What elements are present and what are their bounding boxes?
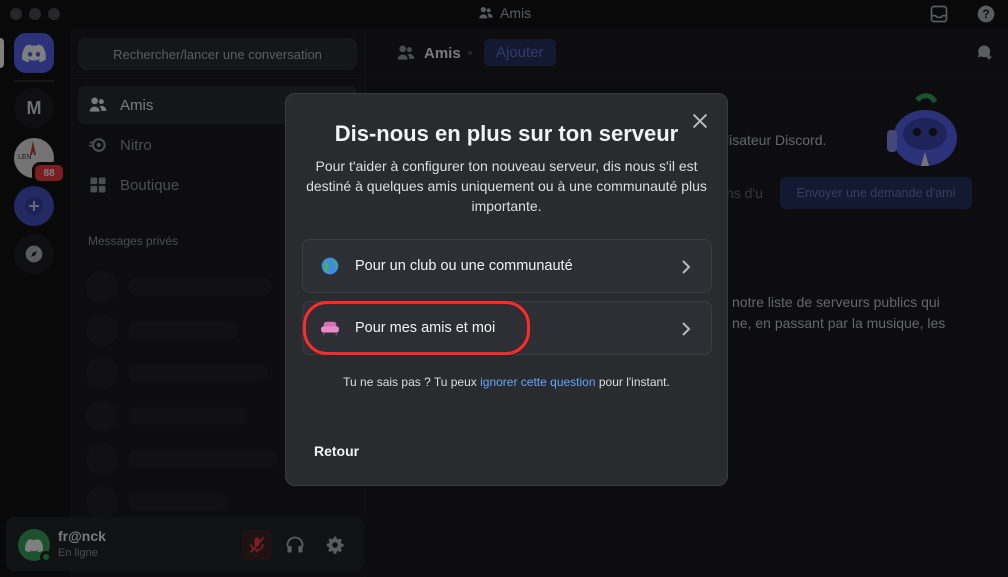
modal-title: Dis-nous en plus sur ton serveur <box>334 121 679 146</box>
globe-icon <box>319 255 341 277</box>
create-server-modal: Dis-nous en plus sur ton serveur Pour t'… <box>285 93 728 486</box>
footer-text-after: pour l'instant. <box>595 375 670 389</box>
red-highlight-annotation <box>303 301 530 355</box>
chevron-right-icon <box>682 322 691 336</box>
option-club-community[interactable]: Pour un club ou une communauté <box>302 239 712 293</box>
back-button[interactable]: Retour <box>314 443 359 459</box>
modal-subtitle: Pour t'aider à configurer ton nouveau se… <box>306 158 707 214</box>
modal-footer-text: Tu ne sais pas ? Tu peux ignorer cette q… <box>286 375 727 389</box>
footer-text-before: Tu ne sais pas ? Tu peux <box>343 375 481 389</box>
skip-question-link[interactable]: ignorer cette question <box>480 375 595 389</box>
option-label: Pour un club ou une communauté <box>355 258 573 274</box>
chevron-right-icon <box>682 260 691 274</box>
